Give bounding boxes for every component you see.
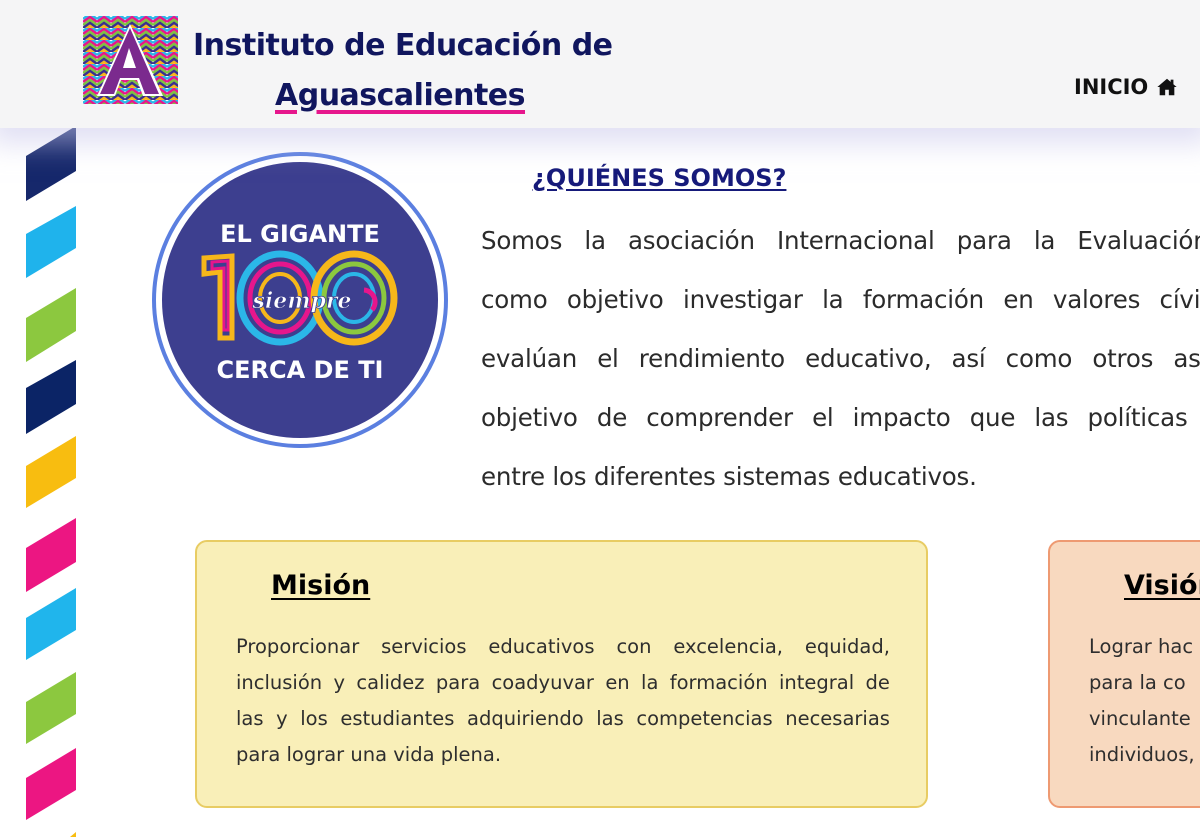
word: formación — [669, 671, 768, 694]
word: las — [596, 707, 624, 730]
word: en — [605, 671, 630, 694]
word: educativo, — [805, 344, 932, 373]
word: la — [584, 226, 606, 255]
word: el — [812, 403, 834, 432]
word: necesarias — [785, 707, 890, 730]
nav-home-link[interactable]: INICIO — [1074, 72, 1178, 102]
word: y — [333, 671, 346, 694]
word: en — [1003, 285, 1034, 314]
word: valores — [1052, 285, 1141, 314]
word: impacto — [852, 403, 951, 432]
word: así — [951, 344, 986, 373]
word: inclusión — [236, 671, 323, 694]
word: integral — [778, 671, 855, 694]
about-line: objetivo de comprender el impacto que las polít… — [481, 398, 1200, 457]
word: servicios — [381, 635, 467, 658]
mission-card: Misión Proporcionar servicios educativos co… — [195, 540, 928, 808]
mission-line: para lograr una vida plena. — [236, 743, 502, 766]
word: las — [236, 707, 264, 730]
badge-top-text: EL GIGANTE — [220, 220, 380, 248]
word: formación — [862, 285, 984, 314]
word: educativos — [488, 635, 595, 658]
word: Internacional — [776, 226, 935, 255]
centenary-badge: EL GIGANTE 100 siempre CERCA DE TI — [152, 152, 448, 448]
word: cívicos — [1159, 285, 1200, 314]
word: comprender — [646, 403, 793, 432]
mission-line: las y los estudiantes adquiriendo las competen… — [236, 701, 890, 737]
word: excelencia, — [673, 635, 783, 658]
word: equidad, — [804, 635, 890, 658]
word: los — [300, 707, 328, 730]
word: otros — [1092, 344, 1154, 373]
word: rendimiento — [638, 344, 785, 373]
vision-text: Lograr hac para la co vinculante individ… — [1089, 629, 1200, 773]
vision-line: individuos, — [1089, 743, 1195, 766]
word: las — [1034, 403, 1069, 432]
mission-title: Misión — [271, 570, 371, 601]
mission-line: Proporcionar servicios educativos con excele… — [236, 629, 890, 665]
word: asociación — [627, 226, 755, 255]
mission-text: Proporcionar servicios educativos con excele… — [236, 629, 890, 773]
word: la — [1033, 226, 1056, 255]
vision-line: Lograr hac — [1089, 635, 1194, 658]
about-line: evalúan el rendimiento educativo, así como otr… — [481, 339, 1200, 398]
brand-title-line1: Instituto de Educación de — [193, 28, 613, 63]
home-icon — [1157, 78, 1177, 96]
word: calidez — [356, 671, 425, 694]
word: Somos — [481, 226, 563, 255]
word: coadyuvar — [491, 671, 594, 694]
word: Evaluación — [1077, 226, 1200, 255]
word: que — [969, 403, 1016, 432]
nav-home-label: INICIO — [1074, 75, 1149, 99]
decorative-stripes — [26, 126, 76, 837]
word: como — [481, 285, 548, 314]
vision-card: Visión Lograr hac para la co vinculante … — [1048, 540, 1200, 808]
vision-title: Visión — [1124, 570, 1200, 601]
about-line: Somos la asociación Internacional para la Eval… — [481, 221, 1200, 280]
site-header: Instituto de Educación de Aguascalientes… — [0, 0, 1200, 128]
brand-title-line2[interactable]: Aguascalientes — [275, 78, 526, 113]
vision-line: vinculante — [1089, 707, 1191, 730]
word: investigar — [682, 285, 803, 314]
word: y — [276, 707, 288, 730]
word: con — [616, 635, 652, 658]
word: evalúan — [481, 344, 578, 373]
word: el — [597, 344, 619, 373]
about-line: como objetivo investigar la formación en valor… — [481, 280, 1200, 339]
word: para — [956, 226, 1012, 255]
badge-script-text: siempre — [252, 288, 352, 314]
word: como — [1005, 344, 1073, 373]
word: objetivo — [566, 285, 664, 314]
word: para — [435, 671, 481, 694]
word: competencias — [636, 707, 773, 730]
word: Proporcionar — [236, 635, 360, 658]
vision-line: para la co — [1089, 671, 1186, 694]
about-paragraph: Somos la asociación Internacional para la Eval… — [481, 221, 1200, 521]
about-title[interactable]: ¿QUIÉNES SOMOS? — [532, 164, 786, 192]
word: estudiantes — [340, 707, 455, 730]
word: objetivo — [481, 403, 578, 432]
word: adquiriendo — [467, 707, 584, 730]
word: aspe — [1173, 344, 1200, 373]
badge-bottom-text: CERCA DE TI — [216, 356, 383, 384]
word: la — [822, 285, 844, 314]
word: de — [596, 403, 628, 432]
institute-logo[interactable] — [83, 16, 178, 104]
word: la — [641, 671, 659, 694]
word: políticas — [1087, 403, 1188, 432]
word: de — [865, 671, 890, 694]
mission-line: inclusión y calidez para coadyuvar en la formac… — [236, 665, 890, 701]
about-line: entre los diferentes sistemas educativos… — [481, 462, 977, 491]
